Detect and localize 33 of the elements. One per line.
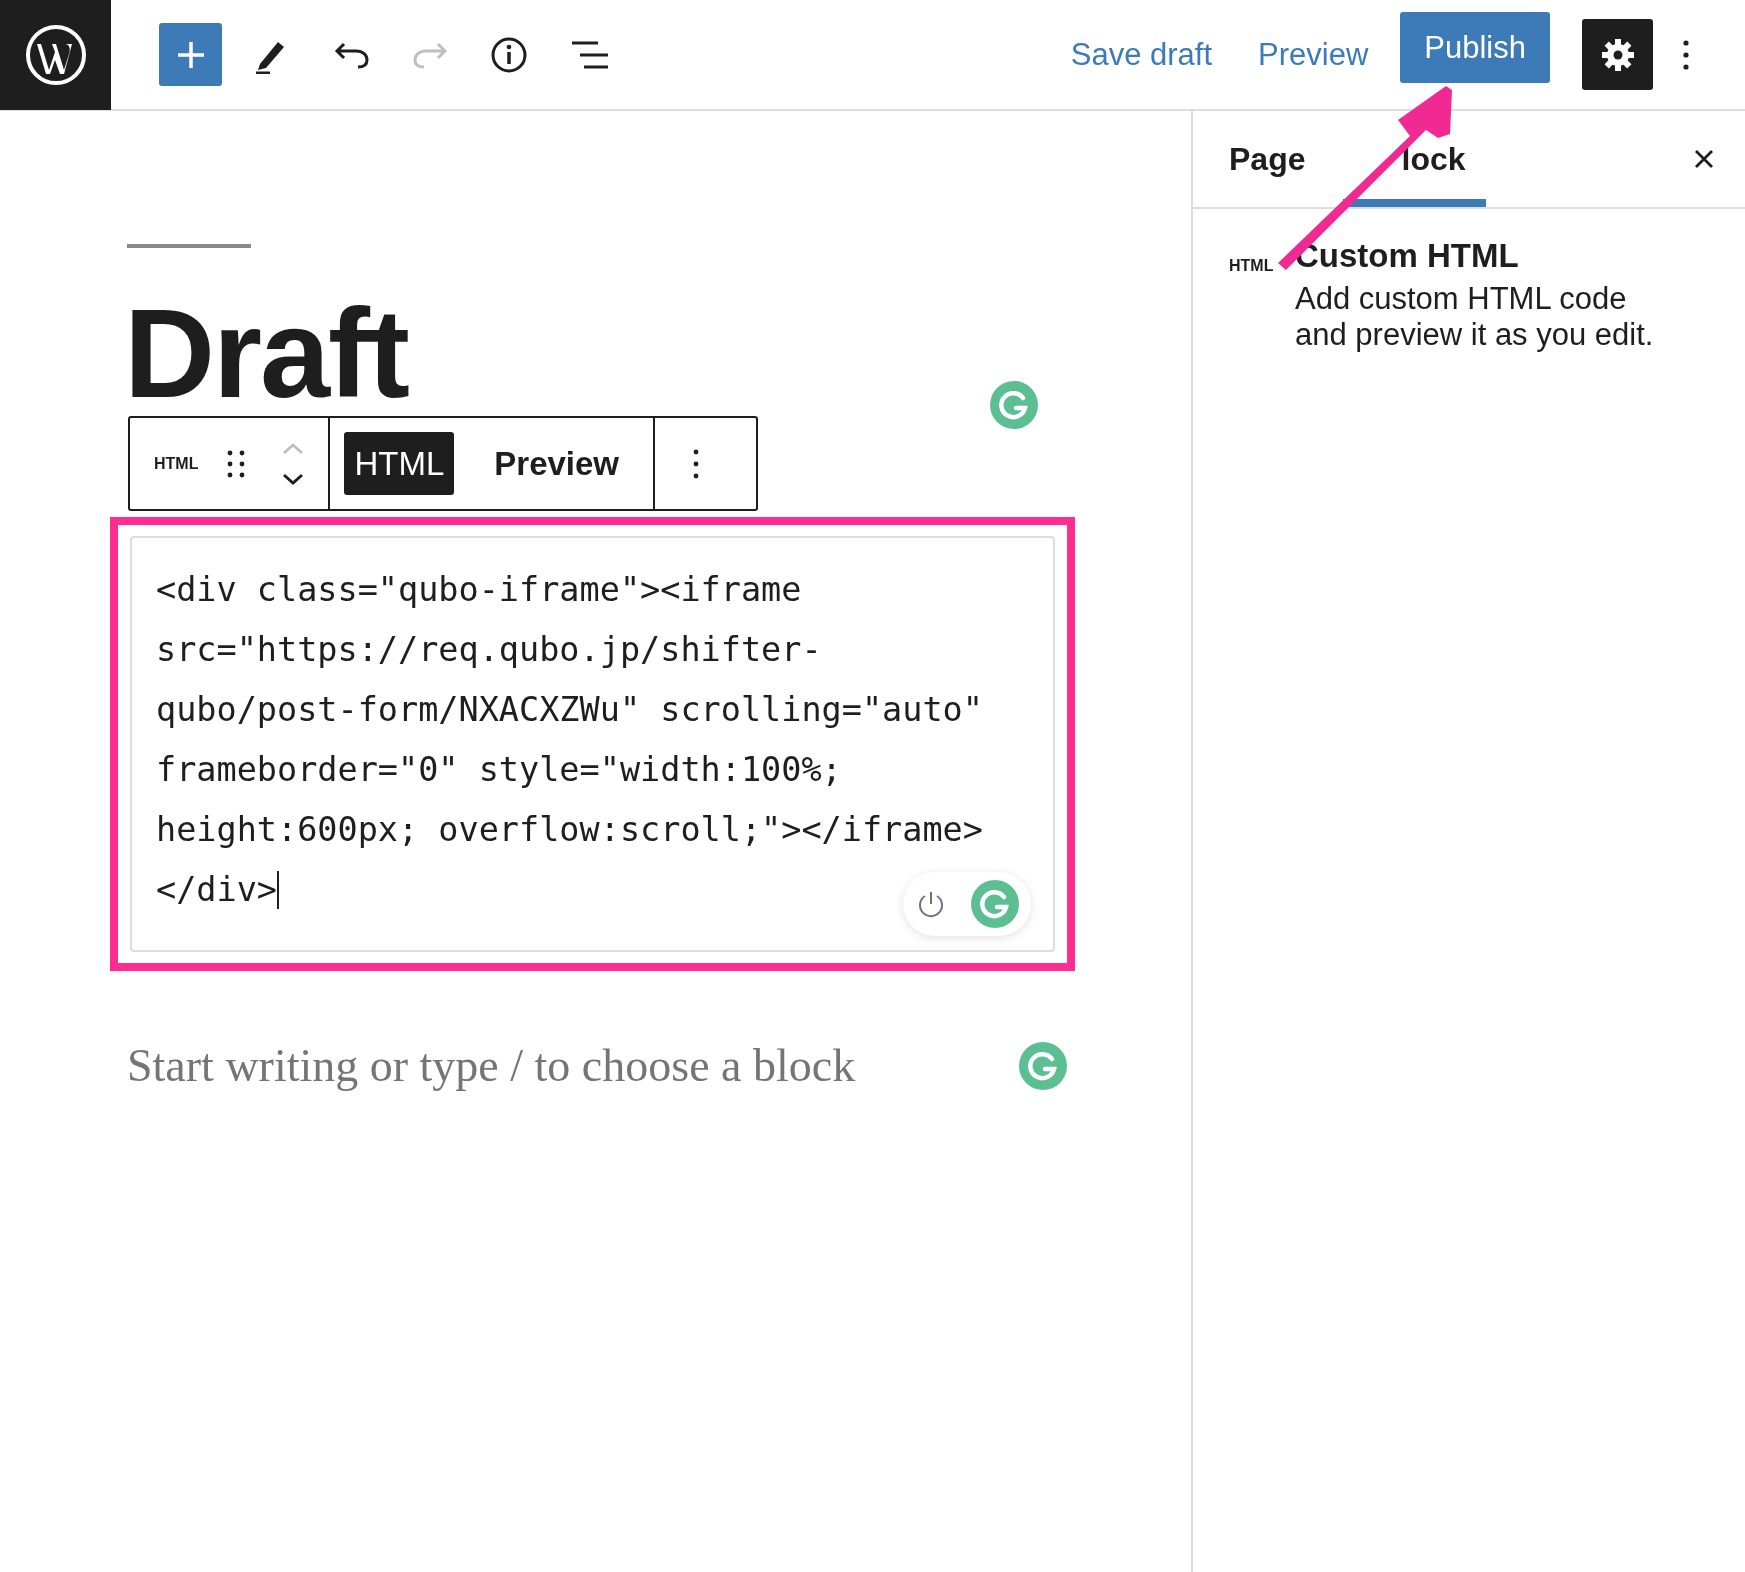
code-line: qubo/post-form/NXACXZWu" scrolling="auto" — [156, 689, 983, 731]
post-title[interactable]: Draft — [124, 300, 1191, 408]
close-icon — [1693, 148, 1715, 170]
preview-button[interactable]: Preview — [1246, 26, 1381, 83]
block-icon-label: HTML — [1229, 257, 1275, 276]
drag-handle-icon[interactable] — [226, 448, 247, 479]
logo[interactable] — [0, 0, 111, 110]
code-line: src="https://req.qubo.jp/shifter- — [156, 629, 822, 671]
mode-tab[interactable]: HTML — [344, 432, 455, 495]
publish-button[interactable]: Publish — [1400, 12, 1550, 83]
settings-icon — [1600, 37, 1635, 72]
redo-icon — [412, 40, 448, 69]
add-block-button[interactable] — [159, 23, 222, 86]
mode-tab[interactable]: Preview — [484, 432, 630, 495]
kebab-icon — [1683, 38, 1689, 71]
settings-button[interactable] — [1582, 19, 1653, 90]
code-line: <div class="qubo-iframe"><iframe — [156, 569, 802, 611]
block-type-label[interactable]: HTML — [154, 454, 199, 473]
list-icon — [570, 39, 610, 70]
code-line: frameborder="0" style="width:100%; — [156, 749, 842, 791]
info-icon — [490, 35, 528, 74]
sidebar-tab[interactable]: Page — [1219, 111, 1316, 207]
block-placeholder[interactable]: Start writing or type / to choose a block — [127, 1039, 856, 1092]
undo-icon — [334, 40, 370, 69]
kebab-icon[interactable] — [693, 447, 700, 480]
code-line: </div> — [156, 869, 277, 911]
code-editor[interactable]: <div class="qubo-iframe"><iframe src="https://req.qubo.jp/shifter- qubo/post-form/NXACXZWu" scrolling="auto" frameborder="0" style="width:100%; height:600px; overflow:scroll;"></iframe> </div> — [130, 536, 1055, 952]
wordpress-logo-icon — [24, 23, 87, 86]
plus-icon — [175, 39, 206, 70]
save-draft-button[interactable]: Save draft — [1058, 26, 1225, 83]
block-description: Add custom HTML code and preview it as you edit. — [1295, 281, 1654, 353]
code-line: height:600px; overflow:scroll;"></iframe> — [156, 809, 983, 851]
text-cursor — [277, 871, 279, 909]
